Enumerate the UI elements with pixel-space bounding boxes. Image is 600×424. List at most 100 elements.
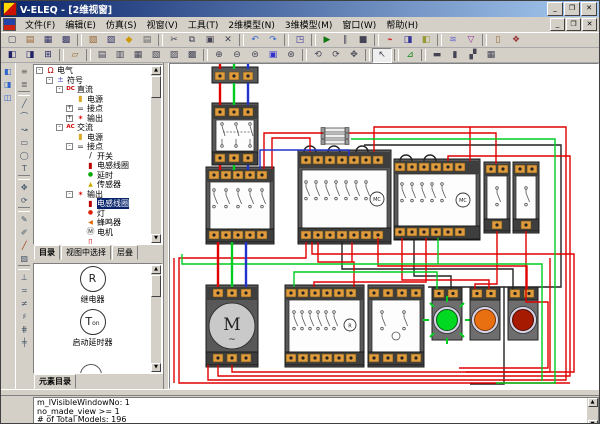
tab-catalog[interactable]: 目录 <box>34 245 60 260</box>
redo[interactable]: ↷ <box>264 34 282 47</box>
tree-expander[interactable]: - <box>66 143 73 150</box>
tree-item-delay[interactable]: 延时 <box>35 171 151 181</box>
tree-expander[interactable] <box>76 172 83 179</box>
dim-4[interactable]: ♯ <box>18 310 31 322</box>
library-item[interactable]: R 继电器 <box>80 266 106 305</box>
tab-pick-in-view[interactable]: 视图中选择 <box>61 245 111 260</box>
module-switch-1[interactable] <box>484 162 510 233</box>
brush-tool[interactable]: ✐ <box>18 226 31 238</box>
menu-item[interactable]: 工具(T) <box>183 17 224 32</box>
tree-item-motor[interactable]: 电机 <box>35 228 151 238</box>
tree-item-ac-output[interactable]: -输出 <box>35 190 151 200</box>
export-model[interactable]: ▨ <box>102 34 120 47</box>
tree-expander[interactable] <box>76 229 83 236</box>
import-model[interactable]: ▧ <box>84 34 102 47</box>
open[interactable]: ▤ <box>21 34 39 47</box>
rect-tool[interactable]: ▭ <box>18 136 31 148</box>
scroll-up-icon[interactable]: ▲ <box>151 265 161 274</box>
tree-expander[interactable] <box>76 219 83 226</box>
indicator-lamp-red[interactable] <box>508 287 538 340</box>
tile-horizontal[interactable]: ▬ <box>428 49 446 62</box>
view-quad[interactable]: ⊞ <box>39 49 57 62</box>
model-window[interactable]: ◳ <box>291 34 309 47</box>
mdi-restore-button[interactable]: ❐ <box>566 18 581 31</box>
render[interactable]: ◆ <box>120 34 138 47</box>
new[interactable]: ▢ <box>3 34 21 47</box>
minimize-button[interactable]: _ <box>547 2 563 16</box>
cascade[interactable]: ▞ <box>464 49 482 62</box>
tree-item-dc-output[interactable]: +输出 <box>35 114 151 124</box>
pane-left[interactable]: ◧ <box>1 65 14 77</box>
mdi-child-icon[interactable] <box>3 18 16 31</box>
schematic-canvas[interactable]: MC MC <box>169 63 599 389</box>
scroll-down-icon[interactable]: ▼ <box>588 420 598 424</box>
module-motor[interactable]: M ~ <box>206 285 258 367</box>
tree-expander[interactable] <box>76 238 83 243</box>
tree-item-buzzer[interactable]: 蜂鸣器 <box>35 218 151 228</box>
copy[interactable]: ⧉ <box>183 34 201 47</box>
dim-2[interactable]: ≍ <box>18 284 31 296</box>
viewport-4[interactable]: ▧ <box>147 49 165 62</box>
scroll-thumb[interactable] <box>151 76 161 98</box>
viewport-6[interactable]: ▩ <box>183 49 201 62</box>
tile-vertical[interactable]: ▮ <box>446 49 464 62</box>
tree-expander[interactable] <box>76 200 83 207</box>
output-log[interactable]: m_lVisibleWindowNo: 1no_made_view >= 1# … <box>33 397 599 424</box>
hatch-tool[interactable]: ▨ <box>18 252 31 264</box>
library-item[interactable]: Ton 启动延时器 <box>73 309 113 348</box>
print[interactable]: ▤ <box>138 34 156 47</box>
zoom-out[interactable]: ⊖ <box>228 49 246 62</box>
zoom-selected[interactable]: ⊜ <box>246 49 264 62</box>
menu-item[interactable]: 文件(F) <box>20 17 60 32</box>
menu-item[interactable]: 窗口(W) <box>337 17 381 32</box>
fill-tool[interactable]: ✎ <box>18 213 31 225</box>
pane-right[interactable]: ◨ <box>1 78 14 90</box>
zoom-in[interactable]: ⊕ <box>210 49 228 62</box>
scroll-up-icon[interactable]: ▲ <box>588 398 598 407</box>
indicator-lamp-green[interactable] <box>423 287 471 344</box>
tree-expander[interactable]: + <box>66 105 73 112</box>
title-bar[interactable]: V-ELEQ - [2维视窗] _ ❐ ✕ <box>1 1 599 17</box>
zoom-window[interactable]: ▣ <box>264 49 282 62</box>
fuse-block[interactable] <box>320 126 352 148</box>
viewport-2[interactable]: ▥ <box>111 49 129 62</box>
clipboard[interactable]: ▯ <box>489 34 507 47</box>
wire-link[interactable]: ⌁ <box>381 34 399 47</box>
menu-item[interactable]: 2维模型(N) <box>223 17 279 32</box>
module-contactor-mc2[interactable]: MC <box>394 159 480 240</box>
module-timer[interactable] <box>368 285 424 367</box>
menu-item[interactable]: 编辑(E) <box>60 17 101 32</box>
module-contactor-left[interactable] <box>206 167 274 244</box>
scroll-thumb[interactable] <box>151 275 161 297</box>
mdi-minimize-button[interactable]: _ <box>550 18 565 31</box>
cut[interactable]: ✂ <box>165 34 183 47</box>
rotate-tool[interactable]: ⟳ <box>18 194 31 206</box>
menu-item[interactable]: 3维模型(M) <box>280 17 338 32</box>
tree-item-electrical[interactable]: -电气 <box>35 66 151 76</box>
ellipse-tool[interactable]: ◯ <box>18 149 31 161</box>
tree-expander[interactable]: - <box>46 77 53 84</box>
menu-item[interactable]: 视窗(V) <box>142 17 183 32</box>
arrange-icons[interactable]: ▦ <box>482 49 500 62</box>
model-edit[interactable]: ◧ <box>417 34 435 47</box>
pen-tool[interactable]: ╱ <box>18 239 31 251</box>
tree-item-inductor-contact[interactable]: 电感线圈 <box>35 161 151 171</box>
dim-1[interactable]: ⊥ <box>18 271 31 283</box>
pane-bottom[interactable]: ◫ <box>1 91 14 103</box>
axis-triad[interactable]: ⊿ <box>401 49 419 62</box>
save[interactable]: ▦ <box>39 34 57 47</box>
run[interactable]: ▶ <box>318 34 336 47</box>
tree-item-switch[interactable]: 开关 <box>35 152 151 162</box>
select-pointer[interactable]: ↖ <box>372 48 392 63</box>
tree-expander[interactable]: - <box>56 124 63 131</box>
restore-button[interactable]: ❐ <box>564 2 580 16</box>
book-1[interactable]: ≡ <box>18 65 31 77</box>
undo[interactable]: ↶ <box>246 34 264 47</box>
spin-view[interactable]: ⟳ <box>327 49 345 62</box>
close-button[interactable]: ✕ <box>581 2 597 16</box>
menu-item[interactable]: 帮助(H) <box>381 17 423 32</box>
model-info[interactable]: ◨ <box>399 34 417 47</box>
rotate-view[interactable]: ⟲ <box>309 49 327 62</box>
mdi-close-button[interactable]: ✕ <box>582 18 597 31</box>
delete[interactable]: ✕ <box>219 34 237 47</box>
